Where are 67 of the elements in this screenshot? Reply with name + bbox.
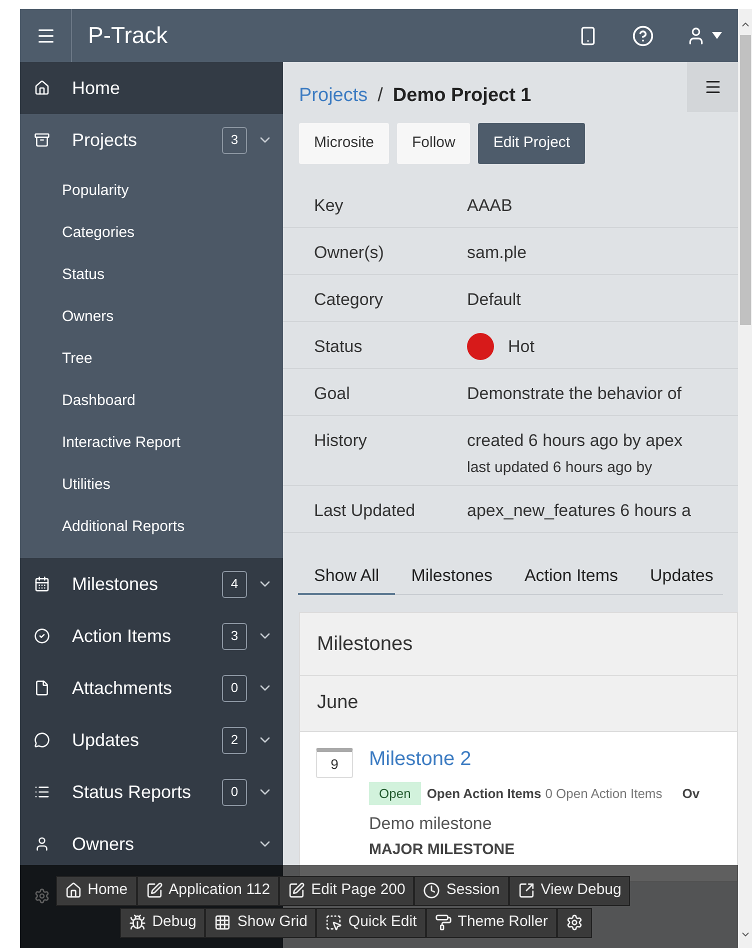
count-badge: 2 xyxy=(222,726,247,754)
detail-value: Hot xyxy=(508,336,534,358)
calendar-day-icon: 9 xyxy=(316,748,353,778)
sidebar-label: Milestones xyxy=(72,572,160,596)
sidebar-item[interactable]: Projects 3 xyxy=(20,114,283,166)
dev-toolbar-button[interactable]: Application 112 xyxy=(136,876,280,906)
detail-value: last updated 6 hours ago by xyxy=(467,458,654,478)
meta-label: Open Action Items xyxy=(426,784,542,803)
tab[interactable]: Milestones xyxy=(395,558,508,594)
sidebar-label: Home xyxy=(72,76,122,100)
status-badge: Open xyxy=(369,782,421,805)
tab[interactable]: Updates xyxy=(634,558,730,594)
detail-value: AAAB xyxy=(467,194,512,216)
detail-label: Goal xyxy=(313,382,351,404)
detail-label: History xyxy=(313,430,368,452)
dev-toolbar-button[interactable]: View Debug xyxy=(508,876,630,906)
detail-value: sam.ple xyxy=(467,242,527,264)
milestone-description: Demo milestone xyxy=(369,813,493,835)
dev-toolbar-button[interactable]: Debug xyxy=(120,908,206,938)
detail-label: Owner(s) xyxy=(313,242,385,264)
breadcrumb-separator: / xyxy=(378,84,383,108)
dev-toolbar-button[interactable]: Edit Page 200 xyxy=(279,876,414,906)
page-title: Demo Project 1 xyxy=(392,84,532,108)
sidebar-label: Status Reports xyxy=(72,780,192,804)
milestone-link[interactable]: Milestone 2 xyxy=(369,744,700,774)
action-button[interactable]: Microsite xyxy=(299,122,390,164)
dev-toolbar-button[interactable]: Theme Roller xyxy=(426,908,557,938)
meta-label: Ov xyxy=(682,784,700,802)
count-badge: 0 xyxy=(222,778,247,806)
action-button[interactable]: Follow xyxy=(397,122,470,164)
meta-value: 0 Open Action Items xyxy=(545,784,662,803)
sidebar-label: Owners xyxy=(72,832,136,856)
submenu-item[interactable]: Utilities xyxy=(20,464,283,506)
sidebar-label: Attachments xyxy=(72,676,174,700)
milestone-type: MAJOR MILESTONE xyxy=(369,840,516,860)
submenu-item[interactable]: Categories xyxy=(20,212,283,254)
sidebar-label: Projects xyxy=(72,128,138,152)
submenu-item[interactable]: Dashboard xyxy=(20,380,283,422)
region-title: Milestones xyxy=(300,612,737,676)
dev-toolbar-button[interactable]: Home xyxy=(56,876,137,906)
count-badge: 4 xyxy=(222,570,247,598)
submenu-item[interactable]: Status xyxy=(20,254,283,296)
dev-toolbar-button[interactable]: Session xyxy=(414,876,509,906)
dev-toolbar-button[interactable]: Show Grid xyxy=(205,908,316,938)
sidebar-label: Updates xyxy=(72,728,140,752)
tab[interactable]: Show All xyxy=(298,558,396,594)
submenu-item[interactable]: Tree xyxy=(20,338,283,380)
count-badge: 3 xyxy=(222,126,247,154)
detail-label: Status xyxy=(313,336,364,358)
detail-label: Category xyxy=(313,288,384,310)
dev-toolbar-button[interactable]: Quick Edit xyxy=(316,908,426,938)
detail-value: Default xyxy=(467,288,521,310)
tab[interactable]: Action Items xyxy=(508,558,634,594)
detail-value: apex_new_features 6 hours a xyxy=(467,500,691,522)
detail-value: created 6 hours ago by apex xyxy=(467,430,682,452)
submenu-item[interactable]: Popularity xyxy=(20,170,283,212)
count-badge: 3 xyxy=(222,622,247,650)
app-title: P-Track xyxy=(88,21,169,50)
submenu-item[interactable]: Interactive Report xyxy=(20,422,283,464)
detail-label: Last Updated xyxy=(313,500,416,522)
submenu-item[interactable]: Owners xyxy=(20,296,283,338)
submenu-item[interactable]: Additional Reports xyxy=(20,506,283,548)
action-button[interactable]: Edit Project xyxy=(478,122,586,164)
detail-value: Demonstrate the behavior of xyxy=(467,382,682,404)
sidebar-label: Action Items xyxy=(72,624,172,648)
detail-label: Key xyxy=(313,194,344,216)
count-badge: 0 xyxy=(222,674,247,702)
